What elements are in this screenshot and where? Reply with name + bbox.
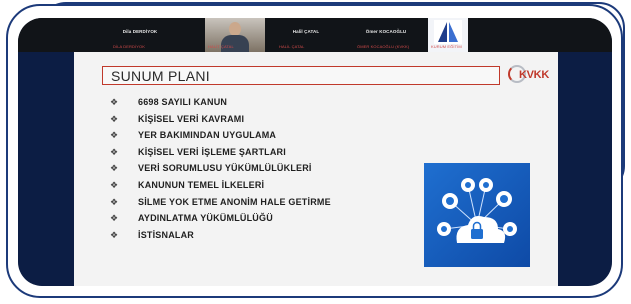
agenda-item-label: SİLME YOK ETME ANONİM HALE GETİRME bbox=[138, 196, 331, 207]
slide-title-box: SUNUM PLANI bbox=[102, 66, 500, 85]
agenda-item-label: VERİ SORUMLUSU YÜKÜMLÜLÜKLERİ bbox=[138, 163, 312, 174]
bullet-icon: ❖ bbox=[110, 163, 119, 174]
video-call-screen: Dila DERDİYOK DİLA DERDİYOK HALİT ÇATAL … bbox=[18, 18, 612, 286]
agenda-item-label: İSTİSNALAR bbox=[138, 229, 194, 240]
participant-tile[interactable]: Halil ÇATAL HALİL ÇATAL bbox=[276, 18, 336, 52]
kvkk-logo: KVKK bbox=[508, 64, 556, 86]
participant-name: Halil ÇATAL bbox=[292, 29, 320, 34]
cloud-network-illustration bbox=[437, 178, 517, 243]
logo-text: KVKK bbox=[519, 69, 549, 81]
bullet-icon: ❖ bbox=[110, 229, 119, 240]
participant-caption: HALİL ÇATAL bbox=[279, 44, 305, 49]
agenda-item-label: KİŞİSEL VERİ İŞLEME ŞARTLARI bbox=[138, 146, 286, 157]
agenda-item-label: YER BAKIMINDAN UYGULAMA bbox=[138, 130, 277, 141]
bullet-icon: ❖ bbox=[110, 97, 119, 107]
participant-tile[interactable]: Ömer KOCAOĞLU ÖMER KOCAOĞLU (KVKK) bbox=[354, 18, 418, 52]
bullet-icon: ❖ bbox=[110, 146, 119, 157]
slide-title: SUNUM PLANI bbox=[111, 68, 210, 84]
participant-strip: Dila DERDİYOK DİLA DERDİYOK HALİT ÇATAL … bbox=[18, 18, 612, 52]
agenda-item-label: 6698 SAYILI KANUN bbox=[138, 97, 228, 107]
participant-tile-video[interactable]: HALİT ÇATAL bbox=[205, 18, 265, 52]
cloud-network-icon bbox=[424, 163, 530, 267]
agenda-item-label: KİŞİSEL VERİ KAVRAMI bbox=[138, 113, 245, 124]
bullet-icon: ❖ bbox=[110, 213, 119, 224]
participant-name: Dila DERDİYOK bbox=[122, 29, 158, 34]
presentation-slide: SUNUM PLANI KVKK ❖ 6698 SAYILI KANUN ❖ KİŞ… bbox=[74, 52, 558, 286]
bullet-icon: ❖ bbox=[110, 179, 119, 190]
bullet-icon: ❖ bbox=[110, 113, 119, 124]
agenda-item-label: AYDINLATMA YÜKÜMLÜLÜĞÜ bbox=[138, 213, 273, 224]
participant-caption: HALİT ÇATAL bbox=[208, 44, 234, 49]
bullet-icon: ❖ bbox=[110, 196, 119, 207]
bullet-icon: ❖ bbox=[110, 130, 119, 141]
participant-name: Ömer KOCAOĞLU bbox=[365, 29, 407, 34]
participant-tile-logo[interactable]: KURUM EĞİTİM bbox=[428, 18, 468, 52]
participant-caption: KURUM EĞİTİM bbox=[431, 44, 462, 49]
agenda-item-label: KANUNUN TEMEL İLKELERİ bbox=[138, 179, 265, 190]
participant-caption: DİLA DERDİYOK bbox=[113, 44, 145, 49]
institution-logo-icon bbox=[434, 20, 462, 44]
participant-caption: ÖMER KOCAOĞLU (KVKK) bbox=[357, 44, 410, 49]
participant-tile[interactable]: Dila DERDİYOK DİLA DERDİYOK bbox=[110, 18, 170, 52]
person-head bbox=[229, 22, 241, 36]
